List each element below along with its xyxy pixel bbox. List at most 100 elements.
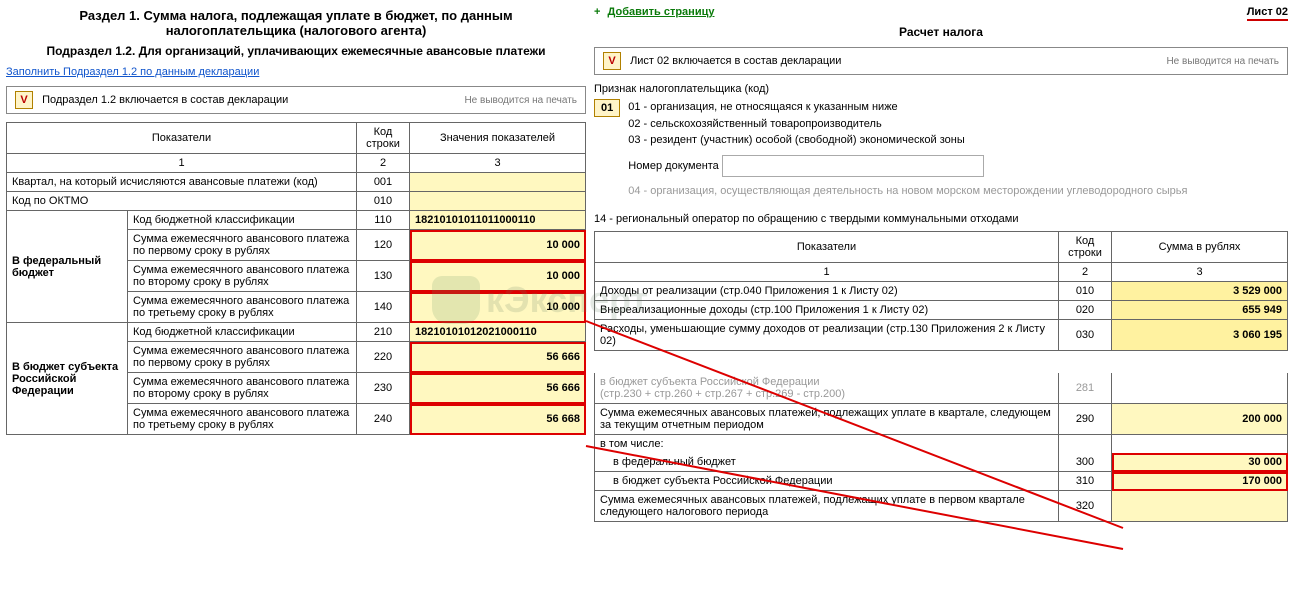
checkbox-icon[interactable]: V: [15, 91, 33, 109]
input-010[interactable]: 3 529 000: [1112, 282, 1288, 301]
input-fed-s3[interactable]: 10 000: [410, 292, 586, 323]
row-text: Расходы, уменьшающие сумму доходов от ре…: [595, 320, 1059, 351]
cell-code: 310: [1059, 472, 1112, 491]
cell-code: 220: [357, 342, 410, 373]
input-quarter[interactable]: [410, 173, 586, 192]
taxpayer-sign-label: Признак налогоплательщика (код): [594, 83, 1288, 95]
row-text: в бюджет субъекта Российской Федерации: [595, 472, 1059, 491]
sheet-02: + Добавить страницу Лист 02 Расчет налог…: [594, 6, 1288, 522]
row-including: в том числе:: [595, 435, 1059, 454]
noprint-label: Не выводится на печать: [464, 95, 577, 106]
col-sum: Сумма в рублях: [1112, 232, 1288, 263]
col-indicators: Показатели: [7, 123, 357, 154]
input-290[interactable]: 200 000: [1112, 404, 1288, 435]
hdr-1: 1: [595, 263, 1059, 282]
input-fed-s2[interactable]: 10 000: [410, 261, 586, 292]
cell-code: 320: [1059, 491, 1112, 522]
include-sheet-row: V Лист 02 включается в состав декларации…: [594, 47, 1288, 75]
input-030[interactable]: 3 060 195: [1112, 320, 1288, 351]
cell-code: 240: [357, 404, 410, 435]
cell-code: 010: [357, 192, 410, 211]
row-text: Сумма ежемесячного авансового платежа по…: [128, 404, 357, 435]
row-text: Сумма ежемесячного авансового платежа по…: [128, 230, 357, 261]
cell-code: 030: [1059, 320, 1112, 351]
add-page-link[interactable]: Добавить страницу: [608, 6, 715, 18]
checkbox-icon[interactable]: V: [603, 52, 621, 70]
hdr-3: 3: [1112, 263, 1288, 282]
cell-empty: [1112, 435, 1288, 454]
section-1: Раздел 1. Сумма налога, подлежащая уплат…: [6, 6, 586, 522]
section-title: Раздел 1. Сумма налога, подлежащая уплат…: [6, 8, 586, 38]
cell-code: 290: [1059, 404, 1112, 435]
col-indicators: Показатели: [595, 232, 1059, 263]
row-quarter: Квартал, на который исчисляются авансовы…: [7, 173, 357, 192]
row-text: Внереализационные доходы (стр.100 Прилож…: [595, 301, 1059, 320]
cell-code: 230: [357, 373, 410, 404]
row-text: Сумма ежемесячных авансовых платежей, по…: [595, 491, 1059, 522]
hdr-2: 2: [357, 154, 410, 173]
cell-code: 120: [357, 230, 410, 261]
docnum-input[interactable]: [722, 155, 984, 177]
cell-code: 010: [1059, 282, 1112, 301]
row-oktmo: Код по ОКТМО: [7, 192, 357, 211]
sub-budget-label: В бюджет субъекта Российской Федерации: [7, 323, 128, 435]
fill-subsection-link[interactable]: Заполнить Подраздел 1.2 по данным деклар…: [6, 66, 259, 78]
option-03: 03 - резидент (участник) особой (свободн…: [628, 132, 1187, 149]
row-text: Сумма ежемесячного авансового платежа по…: [128, 373, 357, 404]
docnum-label: Номер документа: [628, 159, 719, 171]
row-text: Сумма ежемесячных авансовых платежей, по…: [595, 404, 1059, 435]
sheet-label: Лист 02: [1247, 6, 1288, 21]
hdr-2: 2: [1059, 263, 1112, 282]
calc-title: Расчет налога: [594, 25, 1288, 39]
taxpayer-code-input[interactable]: 01: [594, 99, 620, 117]
cell-code: 140: [357, 292, 410, 323]
subsection-title: Подраздел 1.2. Для организаций, уплачива…: [6, 44, 586, 58]
col-value: Значения показателей: [410, 123, 586, 154]
hdr-1: 1: [7, 154, 357, 173]
input-sub-s1[interactable]: 56 666: [410, 342, 586, 373]
right-table: Показатели Код строки Сумма в рублях 1 2…: [594, 231, 1288, 351]
cell-code: 210: [357, 323, 410, 342]
cell-code: 300: [1059, 453, 1112, 472]
row-text: Сумма ежемесячного авансового платежа по…: [128, 261, 357, 292]
input-oktmo[interactable]: [410, 192, 586, 211]
cell-code: 001: [357, 173, 410, 192]
include-label: Подраздел 1.2 включается в состав деклар…: [42, 94, 288, 106]
input-sub-s2[interactable]: 56 666: [410, 373, 586, 404]
plus-icon: +: [594, 6, 600, 18]
left-table: Показатели Код строки Значения показател…: [6, 122, 586, 435]
row-text: Сумма ежемесячного авансового платежа по…: [128, 292, 357, 323]
include-checkbox-row: V Подраздел 1.2 включается в состав декл…: [6, 86, 586, 114]
right-table-2: в бюджет субъекта Российской Федерации (…: [594, 373, 1288, 522]
cell-code: 281: [1059, 373, 1112, 404]
option-14: 14 - региональный оператор по обращению …: [594, 213, 1288, 225]
option-02: 02 - сельскохозяйственный товаропроизвод…: [628, 116, 1187, 133]
option-01: 01 - организация, не относящаяся к указа…: [628, 99, 1187, 116]
row-text: Доходы от реализации (стр.040 Приложения…: [595, 282, 1059, 301]
row-text: в федеральный бюджет: [595, 453, 1059, 472]
input-fed-kbk[interactable]: 18210101011011000110: [410, 211, 586, 230]
cell-code: 020: [1059, 301, 1112, 320]
hdr-3: 3: [410, 154, 586, 173]
row-text: Сумма ежемесячного авансового платежа по…: [128, 342, 357, 373]
cell-empty: [1059, 435, 1112, 454]
col-code: Код строки: [357, 123, 410, 154]
input-020[interactable]: 655 949: [1112, 301, 1288, 320]
row-281-grey: в бюджет субъекта Российской Федерации (…: [595, 373, 1059, 404]
input-fed-s1[interactable]: 10 000: [410, 230, 586, 261]
fed-budget-label: В федеральный бюджет: [7, 211, 128, 323]
row-text: Код бюджетной классификации: [128, 323, 357, 342]
col-code: Код строки: [1059, 232, 1112, 263]
include-label: Лист 02 включается в состав декларации: [630, 55, 841, 67]
input-sub-s3[interactable]: 56 668: [410, 404, 586, 435]
input-sub-kbk[interactable]: 18210101012021000110: [410, 323, 586, 342]
cell-code: 110: [357, 211, 410, 230]
noprint-label: Не выводится на печать: [1166, 56, 1279, 67]
input-320[interactable]: [1112, 491, 1288, 522]
cell-empty: [1112, 373, 1288, 404]
option-04-disabled: 04 - организация, осуществляющая деятель…: [628, 183, 1187, 200]
input-310[interactable]: 170 000: [1112, 472, 1288, 491]
cell-code: 130: [357, 261, 410, 292]
row-text: Код бюджетной классификации: [128, 211, 357, 230]
input-300[interactable]: 30 000: [1112, 453, 1288, 472]
